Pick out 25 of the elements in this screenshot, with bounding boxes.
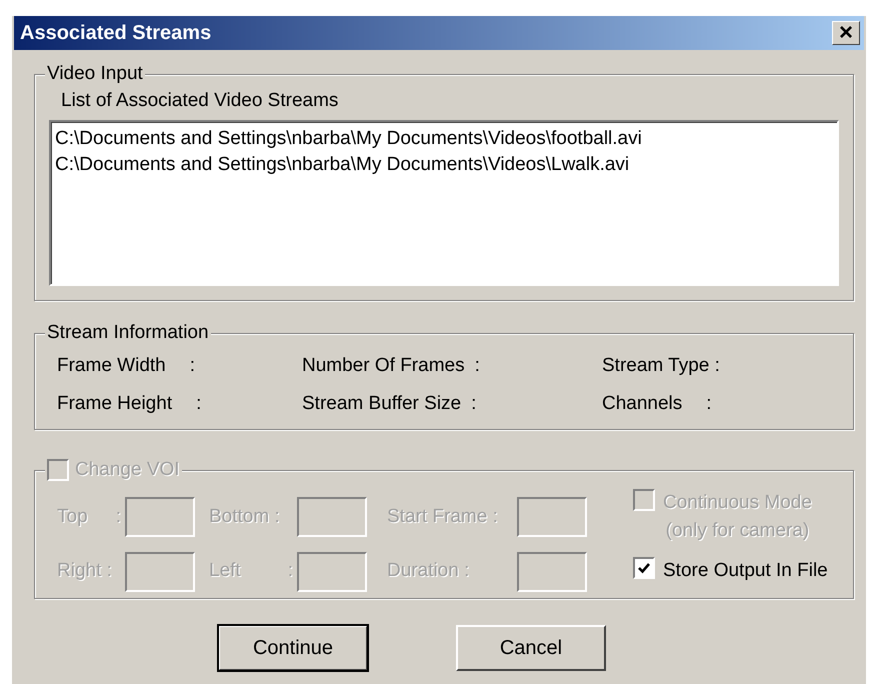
dialog-button[interactable]: Continue xyxy=(218,624,368,670)
field-label: Channels xyxy=(602,392,682,416)
list-item[interactable]: C:\Documents and Settings\nbarba\My Documents\Videos\Lwalk.avi xyxy=(55,152,833,178)
field-label: Frame Width xyxy=(57,354,166,378)
field-label: Number Of Frames xyxy=(302,354,465,378)
close-button[interactable]: × xyxy=(832,21,860,45)
dialog-button[interactable]: Cancel xyxy=(456,624,606,670)
group-label: Video Input xyxy=(47,62,143,86)
checkbox-label: Store Output In File xyxy=(663,559,828,584)
colon: : xyxy=(196,392,202,416)
list-label: List of Associated Video Streams xyxy=(60,89,340,113)
colon: : xyxy=(190,354,196,378)
group-label: Stream Information xyxy=(47,320,209,344)
colon: : xyxy=(706,392,712,416)
checkmark-icon xyxy=(637,561,651,576)
list-item[interactable]: C:\Documents and Settings\nbarba\My Documents\Videos\football.avi xyxy=(55,126,833,152)
colon: : xyxy=(474,354,480,378)
field-label: Frame Height xyxy=(57,392,172,416)
colon: : xyxy=(288,559,293,584)
window-title: Associated Streams xyxy=(20,21,212,46)
colon: : xyxy=(116,504,121,529)
field-label: Stream Buffer Size xyxy=(302,392,462,416)
stream-list[interactable]: C:\Documents and Settings\nbarba\My Documents\Videos\football.avi C:\Documents and Settings\nbarba\My Documents\Videos\Lwalk.avi xyxy=(49,120,839,286)
colon: : xyxy=(471,392,476,416)
field-label: Stream Type : xyxy=(602,354,720,378)
